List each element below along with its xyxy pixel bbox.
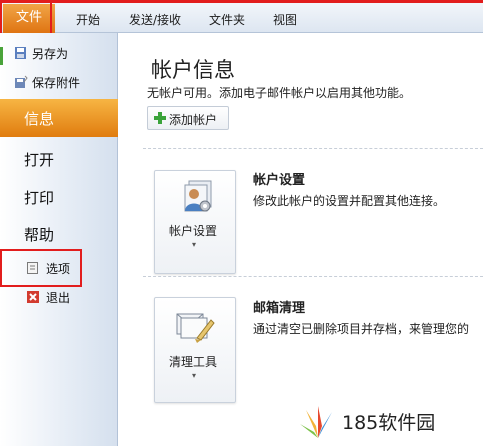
- save-as-icon: [15, 47, 26, 59]
- account-settings-heading: 帐户设置: [253, 173, 306, 188]
- tab-send-receive[interactable]: 发送/接收: [129, 11, 181, 28]
- tab-folder[interactable]: 文件夹: [209, 11, 245, 28]
- nav-open[interactable]: 打开: [24, 149, 54, 170]
- account-settings-button[interactable]: 帐户设置 ▾: [154, 170, 236, 274]
- tab-home[interactable]: 开始: [76, 11, 100, 28]
- save-attachments-icon: [15, 75, 28, 88]
- account-settings-button-label: 帐户设置: [169, 224, 218, 238]
- options-highlight: [0, 249, 82, 287]
- add-account-label: 添加帐户: [169, 113, 218, 127]
- save-as-label: 另存为: [32, 47, 69, 61]
- tab-view[interactable]: 视图: [273, 11, 297, 28]
- section-divider: [143, 276, 483, 277]
- nav-print[interactable]: 打印: [24, 187, 54, 208]
- mailbox-cleanup-description: 通过清空已删除项目并存档，来管理您的: [253, 322, 470, 336]
- add-plus-icon: [154, 112, 166, 124]
- nav-help[interactable]: 帮助: [24, 224, 54, 245]
- add-account-button[interactable]: 添加帐户: [147, 106, 229, 130]
- section-divider: [143, 148, 483, 149]
- exit-icon: [27, 291, 39, 303]
- cleanup-tools-button[interactable]: 清理工具 ▾: [154, 297, 236, 403]
- save-attachments-label: 保存附件: [32, 76, 81, 90]
- nav-info[interactable]: 信息: [0, 99, 118, 137]
- account-settings-description: 修改此帐户的设置并配置其他连接。: [253, 194, 446, 208]
- chevron-down-icon: ▾: [192, 240, 197, 249]
- nav-info-label: 信息: [24, 110, 55, 128]
- exit-label: 退出: [46, 291, 71, 305]
- backstage-sidebar: 另存为 保存附件 信息 打开 打印 帮助 选项 退出: [0, 33, 118, 446]
- chevron-down-icon: ▾: [192, 371, 197, 380]
- no-account-message: 无帐户可用。添加电子邮件帐户以启用其他功能。: [147, 86, 412, 100]
- top-highlight-bar: [0, 0, 483, 3]
- mailbox-cleanup-heading: 邮箱清理: [253, 301, 306, 316]
- page-title: 帐户信息: [151, 58, 235, 82]
- watermark-text: 185软件园: [342, 412, 436, 434]
- colorful-leaf-logo: [300, 406, 336, 438]
- cleanup-tools-button-label: 清理工具: [169, 355, 218, 369]
- cleanup-tools-icon: [176, 313, 215, 343]
- account-info-pane: 帐户信息 无帐户可用。添加电子邮件帐户以启用其他功能。 添加帐户 帐户设置 ▾ …: [119, 33, 483, 446]
- account-settings-icon: [184, 180, 212, 212]
- sidebar-accent: [0, 47, 3, 65]
